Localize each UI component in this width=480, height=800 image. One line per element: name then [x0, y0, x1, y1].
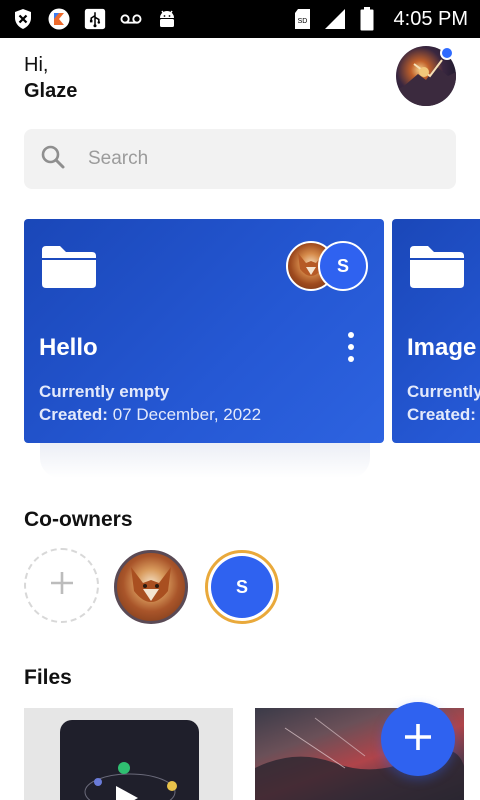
- created-label: Created:: [39, 405, 108, 424]
- search-bar[interactable]: [24, 129, 456, 189]
- co-owner-avatar-s[interactable]: S: [205, 550, 279, 624]
- folder-status: Currently empty: [39, 382, 170, 401]
- folder-icon: [408, 244, 466, 295]
- search-icon: [40, 144, 66, 175]
- video-preview: [60, 720, 199, 800]
- search-input[interactable]: [88, 148, 388, 170]
- file-thumbnail-video[interactable]: [24, 708, 233, 800]
- co-owner-avatar-fox[interactable]: [114, 550, 188, 624]
- folder-card-hello[interactable]: S Hello Currently empty Created: 07 Dece…: [24, 219, 384, 443]
- created-date: 07 December, 2022: [112, 405, 262, 424]
- folder-icon: [40, 244, 98, 295]
- app-screen: SD 4:05 PM Hi, Glaze Search S Hello Curr…: [0, 0, 480, 800]
- files-title: Files: [24, 666, 72, 689]
- folder-card-image[interactable]: Image Currently Created:: [392, 219, 480, 443]
- notification-dot: [440, 46, 454, 60]
- usb-icon: [84, 8, 106, 30]
- android-icon: [156, 8, 178, 30]
- folder-created: Created: 07 December, 2022: [39, 405, 261, 425]
- member-avatar-s: S: [318, 241, 368, 291]
- play-icon: [116, 786, 138, 800]
- signal-icon: [324, 8, 346, 30]
- folder-title: Image: [407, 334, 477, 361]
- user-name: Glaze: [24, 80, 78, 102]
- shield-x-icon: [12, 8, 34, 30]
- status-time: 4:05 PM: [393, 7, 468, 30]
- plus-icon: [49, 570, 75, 601]
- card-shadow: [40, 438, 370, 478]
- sd-card-icon: SD: [292, 8, 314, 30]
- greeting: Hi, Glaze: [24, 52, 77, 104]
- folder-created: Created:: [407, 405, 476, 425]
- kotlin-app-icon: [48, 8, 70, 30]
- add-button[interactable]: [381, 702, 455, 776]
- voicemail-icon: [120, 8, 142, 30]
- battery-icon: [356, 7, 378, 31]
- folder-status: Currently: [407, 382, 480, 401]
- created-label: Created:: [407, 405, 476, 424]
- status-bar: SD 4:05 PM: [0, 0, 480, 38]
- plus-icon: [403, 722, 433, 757]
- co-owners-title: Co-owners: [24, 508, 133, 531]
- folder-title: Hello: [39, 334, 98, 361]
- co-owner-initial: S: [211, 556, 273, 618]
- more-options-icon[interactable]: [344, 332, 358, 362]
- sd-label: SD: [297, 18, 307, 25]
- greeting-text: Hi,: [24, 54, 49, 76]
- add-co-owner-button[interactable]: [24, 548, 99, 623]
